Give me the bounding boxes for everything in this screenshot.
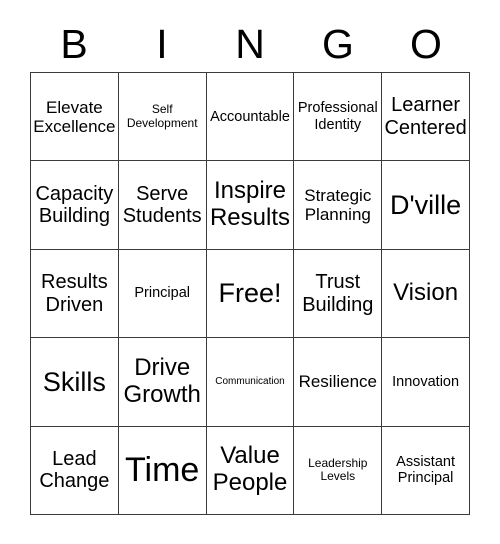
bingo-cell[interactable]: Innovation: [382, 338, 470, 427]
bingo-cell-label: Professional Identity: [297, 100, 378, 133]
bingo-cell[interactable]: Resilience: [294, 338, 383, 427]
bingo-cell[interactable]: Value People: [206, 426, 295, 516]
bingo-cell[interactable]: Communication: [206, 338, 295, 427]
bingo-cell[interactable]: Serve Students: [118, 161, 207, 250]
bingo-cell-label: Free!: [218, 278, 282, 309]
bingo-cell[interactable]: Trust Building: [294, 249, 383, 339]
bingo-cell[interactable]: Learner Centered: [382, 73, 470, 162]
bingo-cell-label: Principal: [134, 285, 190, 302]
bingo-cell[interactable]: Results Driven: [31, 249, 119, 339]
bingo-cell-label: Results Driven: [41, 271, 108, 316]
bingo-cell[interactable]: Drive Growth: [118, 338, 207, 427]
bingo-cell-label: Value People: [212, 442, 288, 497]
bingo-header-letter-n: N: [235, 20, 265, 67]
bingo-cell-label: Vision: [393, 279, 459, 307]
bingo-cell-label: Capacity Building: [35, 182, 114, 228]
bingo-cell-label: Accountable: [210, 108, 290, 125]
bingo-cell[interactable]: Accountable: [206, 73, 295, 162]
bingo-cell-label: D'ville: [390, 189, 462, 220]
bingo-cell[interactable]: Time: [118, 426, 207, 516]
bingo-cell[interactable]: D'ville: [382, 161, 470, 250]
bingo-cell-label: Assistant Principal: [396, 454, 455, 487]
bingo-header-letter-b: B: [60, 20, 88, 67]
bingo-row: Lead Change Time Value People Leadership Le…: [31, 426, 470, 516]
bingo-row: Results Driven Principal Free! Trust Buildi…: [31, 249, 470, 339]
bingo-cell-label: Inspire Results: [209, 177, 290, 232]
bingo-cell[interactable]: Inspire Results: [206, 161, 295, 250]
bingo-cell[interactable]: Vision: [382, 249, 470, 339]
bingo-cell-label: Communication: [215, 376, 285, 388]
bingo-cell-label: Leadership Levels: [308, 455, 368, 484]
bingo-header-letter-g: G: [322, 20, 354, 67]
bingo-cell[interactable]: Assistant Principal: [382, 426, 470, 516]
bingo-cell-label: Drive Growth: [123, 354, 201, 408]
bingo-cell[interactable]: Elevate Excellence: [31, 73, 119, 162]
bingo-cell-label: Trust Building: [302, 271, 374, 316]
bingo-row: Capacity Building Serve Students Inspire R…: [31, 161, 470, 250]
bingo-cell[interactable]: Strategic Planning: [294, 161, 383, 250]
bingo-row: Elevate Excellence Self Development Accoun…: [31, 73, 470, 162]
bingo-header-letter-i: I: [156, 20, 168, 67]
bingo-cell-label: Elevate Excellence: [33, 97, 116, 136]
bingo-card: B I N G O Elevate Excellence Self Development…: [0, 0, 500, 544]
bingo-cell-label: Learner Centered: [384, 94, 467, 139]
bingo-cell-label: Self Development: [126, 102, 198, 130]
bingo-grid: Elevate Excellence Self Development Accoun…: [30, 72, 470, 516]
bingo-cell-label: Resilience: [298, 372, 377, 392]
bingo-cell[interactable]: Principal: [118, 249, 207, 339]
bingo-cell-label: Lead Change: [39, 447, 110, 493]
bingo-cell[interactable]: Capacity Building: [31, 161, 119, 250]
bingo-header-letter-o: O: [410, 20, 442, 67]
bingo-header-row: BINGO: [30, 16, 470, 72]
bingo-cell[interactable]: Skills: [31, 338, 119, 427]
bingo-cell-label: Time: [125, 451, 200, 490]
bingo-cell[interactable]: Leadership Levels: [294, 426, 383, 516]
bingo-cell-label: Innovation: [392, 373, 460, 390]
bingo-cell-label: Serve Students: [122, 182, 202, 228]
bingo-cell-label: Strategic Planning: [304, 186, 372, 225]
bingo-cell[interactable]: Professional Identity: [294, 73, 383, 162]
bingo-cell-label: Skills: [42, 366, 106, 397]
bingo-cell[interactable]: Self Development: [118, 73, 207, 162]
bingo-cell[interactable]: Lead Change: [31, 426, 119, 516]
bingo-row: Skills Drive Growth Communication Resilienc…: [31, 338, 470, 427]
bingo-cell-free-space[interactable]: Free!: [206, 249, 295, 339]
